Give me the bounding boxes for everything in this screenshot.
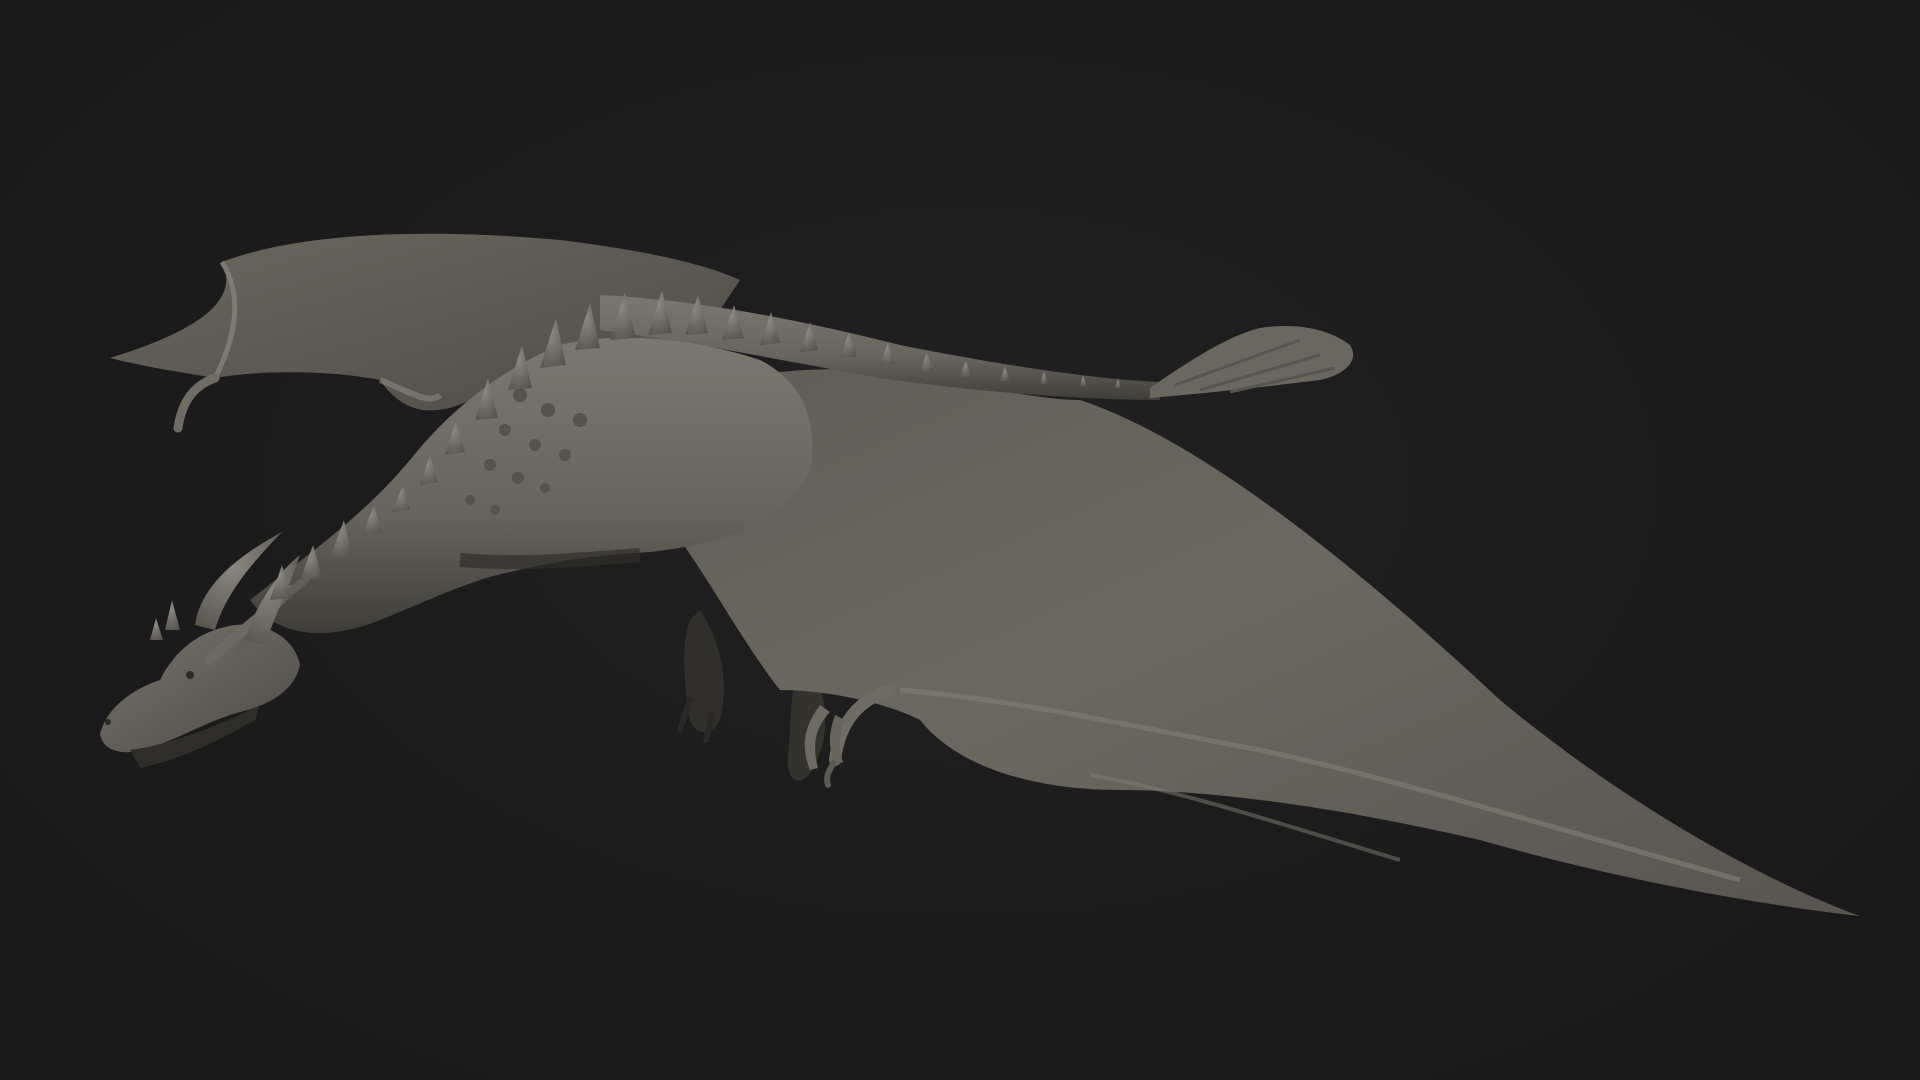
dragon-render <box>100 233 1860 916</box>
render-viewport <box>0 0 1920 1080</box>
